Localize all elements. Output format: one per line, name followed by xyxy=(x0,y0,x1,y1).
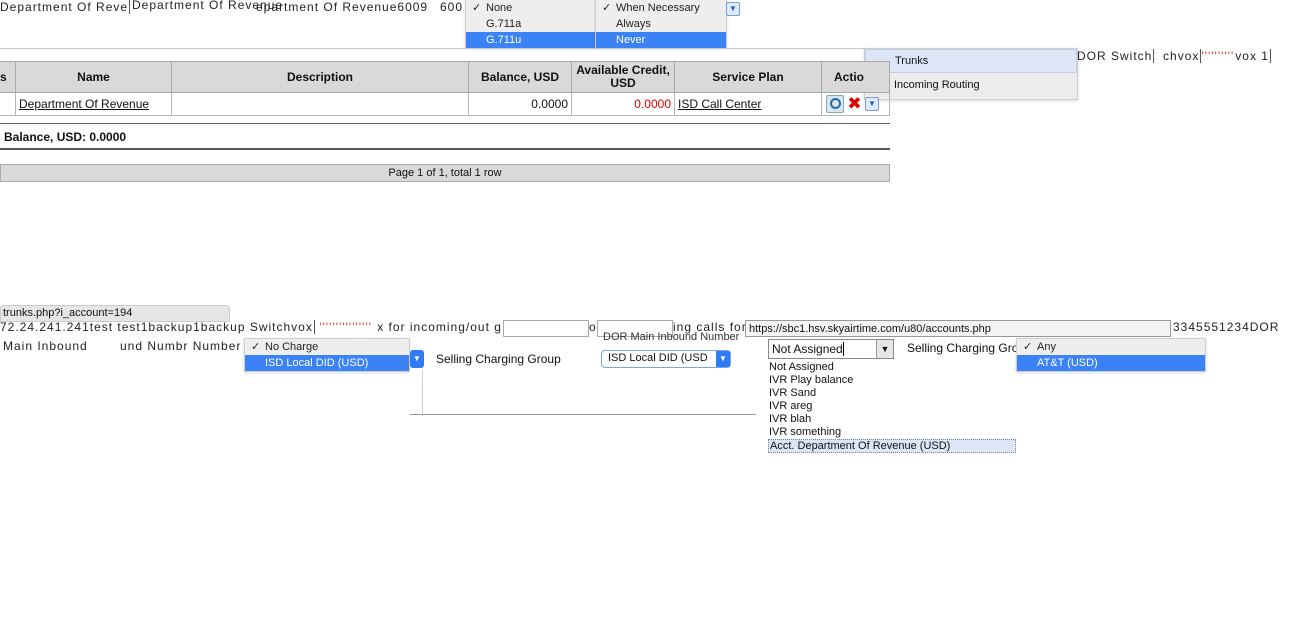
text-input[interactable] xyxy=(503,320,589,337)
garbled-text: o xyxy=(589,320,597,334)
mode-option-item-label: When Necessary xyxy=(616,2,700,14)
charging-group-select[interactable]: ISD Local DID (USD ▼ xyxy=(601,350,731,368)
garbled-account-text-1: Department Of Reve xyxy=(0,0,131,14)
garbled-account-text-4: 600 xyxy=(440,0,464,14)
ivr-option[interactable]: IVR something xyxy=(768,426,1016,439)
garbled-switch-text: DOR Switch chvox ''''''''''vox 1 xyxy=(1077,49,1271,63)
ivr-option[interactable]: Not Assigned xyxy=(768,361,1016,374)
table-row: Department Of Revenue 0.0000 0.0000 ISD … xyxy=(0,92,890,116)
divider xyxy=(0,123,890,124)
codec-option-item-label: G.711u xyxy=(486,34,522,46)
balance-summary: Balance, USD: 0.0000 xyxy=(4,130,127,144)
column-header-service-plan[interactable]: Service Plan xyxy=(674,61,822,93)
chevron-down-icon[interactable]: ▼ xyxy=(410,350,424,368)
carrier-option-item[interactable]: AT&T (USD) xyxy=(1017,355,1205,371)
checkmark-icon: ✓ xyxy=(1023,341,1033,353)
charge-option-item[interactable]: ISD Local DID (USD) xyxy=(245,355,409,371)
garbled-number-text: 3345551234DOR xyxy=(1173,320,1280,334)
mode-dropdown-menu[interactable]: ✓ When Necessary Always Never xyxy=(595,0,727,48)
carrier-option-item-label: AT&T (USD) xyxy=(1037,357,1098,369)
checkmark-icon: ✓ xyxy=(251,341,261,353)
ivr-option-list[interactable]: Not Assigned IVR Play balance IVR Sand IVR … xyxy=(768,361,1016,453)
context-menu-item-trunks[interactable]: Trunks xyxy=(865,49,1077,73)
carrier-option-item-label: Any xyxy=(1037,341,1056,353)
mode-option-item[interactable]: Never xyxy=(596,32,726,48)
garbled-account-text-3: epartment Of Revenue6009 xyxy=(256,0,429,14)
codec-option-item-label: None xyxy=(486,2,513,14)
divider xyxy=(422,370,423,416)
ivr-option[interactable]: IVR areg xyxy=(768,400,1016,413)
divider xyxy=(410,414,756,415)
column-header-actions: Actio xyxy=(821,61,890,93)
balance-cell: 0.0000 xyxy=(468,92,572,116)
actions-context-menu[interactable]: Trunks Incoming Routing xyxy=(864,48,1078,100)
column-header-description[interactable]: Description xyxy=(171,61,469,93)
codec-option-item[interactable]: G.711u xyxy=(466,32,596,48)
ivr-option[interactable]: IVR Sand xyxy=(768,387,1016,400)
mode-option-item-label: Never xyxy=(616,34,646,46)
ivr-select[interactable]: Not Assigned ▼ xyxy=(768,339,894,359)
codec-option-item[interactable]: G.711a xyxy=(466,16,596,32)
description-cell xyxy=(171,92,469,116)
charge-option-item-label: ISD Local DID (USD) xyxy=(265,357,369,369)
codec-option-item[interactable]: ✓ None xyxy=(466,0,596,16)
mode-option-item-label: Always xyxy=(616,18,651,30)
ivr-option[interactable]: Acct. Department Of Revenue (USD) xyxy=(768,439,1016,453)
mode-dropdown-toggle[interactable]: ▼ xyxy=(726,0,740,16)
chevron-down-icon: ▼ xyxy=(876,340,893,358)
url-field[interactable]: https://sbc1.hsv.skyairtime.com/u80/acco… xyxy=(745,320,1171,337)
ivr-option[interactable]: IVR Play balance xyxy=(768,374,1016,387)
actions-cell: ✖ ▼ xyxy=(821,92,890,116)
context-menu-item-incoming-routing[interactable]: Incoming Routing xyxy=(865,73,1077,97)
mode-option-item[interactable]: Always xyxy=(596,16,726,32)
carrier-option-item[interactable]: ✓ Any xyxy=(1017,339,1205,355)
codec-option-item-label: G.711a xyxy=(486,18,522,30)
available-credit-cell: 0.0000 xyxy=(571,92,675,116)
garbled-inbound-label: Main Inbound xyxy=(3,339,88,353)
divider xyxy=(0,148,890,150)
codec-dropdown-menu[interactable]: ✓ None G.711a G.711u xyxy=(465,0,597,48)
checkmark-icon: ✓ xyxy=(472,2,482,14)
divider xyxy=(0,48,865,49)
service-plan-link[interactable]: ISD Call Center xyxy=(678,97,761,111)
mode-option-item[interactable]: ✓ When Necessary xyxy=(596,0,726,16)
view-icon[interactable] xyxy=(826,95,844,113)
status-cell xyxy=(0,92,16,116)
garbled-trunk-text: 72.24.241.241test test1backup1backup Swi… xyxy=(0,320,504,334)
column-header-status[interactable]: s xyxy=(0,61,16,93)
column-header-available-credit[interactable]: Available Credit, USD xyxy=(571,61,675,93)
charge-dropdown-menu[interactable]: ✓ No Charge ISD Local DID (USD) xyxy=(244,338,410,372)
chevron-down-icon[interactable]: ▼ xyxy=(726,2,740,16)
actions-menu-toggle[interactable]: ▼ xyxy=(864,97,879,111)
pagination-bar: Page 1 of 1, total 1 row xyxy=(0,164,890,182)
ivr-option[interactable]: IVR blah xyxy=(768,413,1016,426)
delete-icon[interactable]: ✖ xyxy=(847,94,861,113)
selling-charging-group-label-2: Selling Charging Gro xyxy=(907,341,1019,355)
selling-charging-group-label: Selling Charging Group xyxy=(436,352,561,366)
dor-inbound-label: DOR Main Inbound Number xyxy=(603,331,740,341)
garbled-number-label: und Numbr Number xyxy=(120,339,242,353)
column-header-name[interactable]: Name xyxy=(15,61,172,93)
column-header-balance[interactable]: Balance, USD xyxy=(468,61,572,93)
charge-option-item-label: No Charge xyxy=(265,341,319,353)
chevron-down-icon: ▼ xyxy=(716,351,730,367)
checkmark-icon: ✓ xyxy=(602,2,612,14)
carrier-dropdown-menu[interactable]: ✓ Any AT&T (USD) xyxy=(1016,338,1206,372)
accounts-table: s Name Description Balance, USD Availabl… xyxy=(0,61,890,116)
account-name-link[interactable]: Department Of Revenue xyxy=(19,97,149,111)
charge-option-item[interactable]: ✓ No Charge xyxy=(245,339,409,355)
